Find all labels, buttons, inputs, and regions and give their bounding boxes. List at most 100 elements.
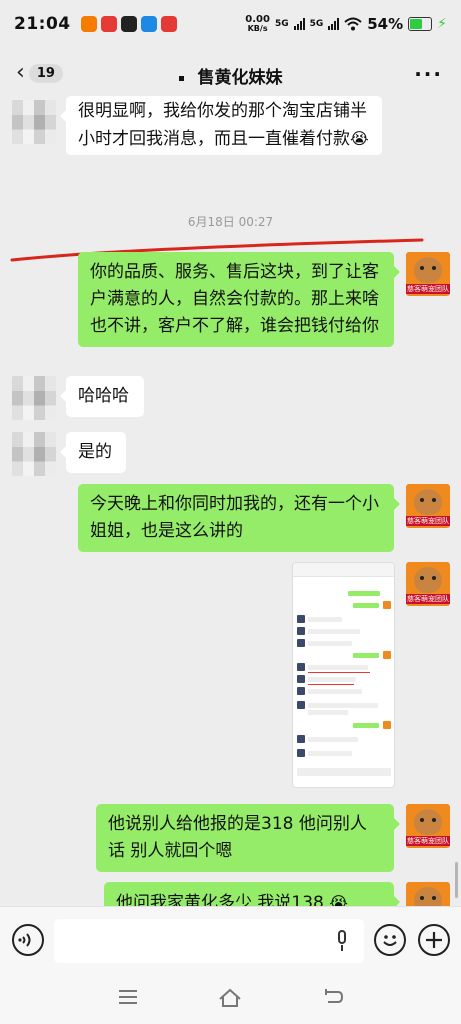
message-bubble-incoming[interactable]: 是的 [60, 432, 126, 473]
recent-apps-button[interactable] [115, 986, 141, 1010]
signal-label: 5G [309, 19, 324, 29]
back-nav-button[interactable] [320, 986, 346, 1010]
screenshot-bubble [308, 617, 342, 622]
home-button[interactable] [217, 986, 243, 1010]
screenshot-avatar [297, 627, 305, 635]
self-avatar[interactable]: 慈客萌宠团队 [406, 804, 450, 848]
self-avatar[interactable]: 慈客萌宠团队 [406, 252, 450, 296]
more-options-button[interactable]: ··· [414, 62, 443, 86]
screenshot-bubble [348, 591, 380, 596]
title-dot-icon [178, 76, 184, 81]
contact-avatar[interactable] [12, 100, 56, 144]
network-speed-value: 0.00 [245, 14, 270, 25]
message-bubble-outgoing[interactable]: 今天晚上和你同时加我的，还有一个小姐姐，也是这么讲的 [78, 484, 400, 552]
avatar-ribbon-label: 慈客萌宠团队 [406, 836, 450, 846]
signal-bars-icon [328, 18, 340, 30]
app-notification-icon [120, 16, 137, 32]
screenshot-avatar [297, 615, 305, 623]
crying-emoji-icon: 😭 [329, 893, 348, 906]
screenshot-input-bar [297, 768, 391, 776]
app-notification-icon [140, 16, 157, 32]
message-bubble-incoming[interactable]: 很明显啊，我给你发的那个淘宝店铺半小时才回我消息，而且一直催着付款😭 [60, 96, 382, 155]
screenshot-bubble [308, 710, 348, 715]
message-input-bar [0, 906, 461, 972]
self-avatar[interactable]: 慈客萌宠团队 [406, 882, 450, 906]
screenshot-bubble [308, 665, 368, 670]
screenshot-bubble [308, 737, 358, 742]
screenshot-avatar [297, 663, 305, 671]
message-timestamp: 6月18日 00:27 [187, 215, 274, 229]
avatar-ribbon-label: 慈客萌宠团队 [406, 516, 450, 526]
app-notification-icon [160, 16, 177, 32]
screenshot-red-mark [308, 672, 370, 673]
message-bubble-incoming[interactable]: 哈哈哈 [60, 376, 144, 417]
wifi-icon [344, 17, 362, 31]
message-text: 今天晚上和你同时加我的，还有一个小姐姐，也是这么讲的 [90, 494, 379, 541]
screenshot-avatar [297, 687, 305, 695]
screenshot-avatar [383, 651, 391, 659]
screenshot-bubble [308, 751, 352, 756]
message-text: 他问我家黄化多少 我说138 [116, 893, 324, 906]
back-arrow-icon [325, 989, 344, 1003]
message-bubble-outgoing[interactable]: 你的品质、服务、售后这块，到了让客户满意的人，自然会付款的。那上来啥也不讲，客户… [78, 252, 400, 347]
charging-icon: ⚡ [437, 16, 447, 32]
screenshot-bubble [353, 653, 379, 658]
network-speed: 0.00 KB/s [245, 14, 270, 34]
status-bar: 21:04 0.00 KB/s 5G 5G 54% ⚡ [0, 0, 461, 48]
self-avatar[interactable]: 慈客萌宠团队 [406, 562, 450, 606]
message-bubble-outgoing[interactable]: 他说别人给他报的是318 他问别人话 别人就回个嗯 [96, 804, 400, 872]
message-text: 你的品质、服务、售后这块，到了让客户满意的人，自然会付款的。那上来啥也不讲，客户… [90, 262, 379, 336]
battery-icon [408, 17, 433, 31]
message-text: 他说别人给他报的是318 他问别人话 别人就回个嗯 [108, 814, 367, 861]
app-notification-icon [100, 16, 117, 32]
crying-emoji-icon: 😭 [350, 129, 369, 148]
add-attachment-button[interactable] [418, 924, 450, 956]
screenshot-bubble [353, 723, 379, 728]
screenshot-bubble [308, 641, 352, 646]
screenshot-header [293, 563, 394, 577]
screenshot-avatar [297, 735, 305, 743]
screenshot-avatar [297, 639, 305, 647]
message-bubble-outgoing[interactable]: 他问我家黄化多少 我说138 😭 [104, 882, 400, 906]
message-text: 哈哈哈 [78, 386, 129, 406]
scroll-indicator[interactable] [455, 862, 458, 898]
voice-icon [18, 933, 31, 947]
screenshot-bubble [308, 677, 356, 682]
message-text: 很明显啊，我给你发的那个淘宝店铺半小时才回我消息，而且一直催着付款 [78, 101, 367, 149]
screenshot-red-mark [308, 684, 354, 685]
screenshot-bubble [308, 629, 360, 634]
message-input[interactable] [54, 919, 364, 963]
image-message-screenshot[interactable] [292, 562, 395, 788]
screenshot-bubble [353, 603, 379, 608]
screenshot-avatar [383, 721, 391, 729]
chat-title: 售黄化妹妹 [197, 68, 283, 88]
screenshot-bubble [308, 703, 378, 708]
voice-mode-button[interactable] [12, 924, 44, 956]
avatar-ribbon-label: 慈客萌宠团队 [406, 284, 450, 294]
screenshot-avatar [383, 601, 391, 609]
screenshot-avatar [297, 701, 305, 709]
home-icon [219, 988, 241, 1007]
chat-title-container: 售黄化妹妹 [0, 63, 461, 88]
self-avatar[interactable]: 慈客萌宠团队 [406, 484, 450, 528]
screenshot-avatar [297, 749, 305, 757]
clock: 21:04 [14, 14, 71, 34]
signal-label: 5G [274, 19, 289, 29]
notification-icons [80, 16, 177, 32]
network-speed-unit: KB/s [247, 24, 268, 33]
contact-avatar[interactable] [12, 432, 56, 476]
avatar-ribbon-label: 慈客萌宠团队 [406, 594, 450, 604]
contact-avatar[interactable] [12, 376, 56, 420]
microphone-icon[interactable] [336, 930, 348, 952]
message-list[interactable]: 很明显啊，我给你发的那个淘宝店铺半小时才回我消息，而且一直催着付款😭 6月18日… [0, 96, 461, 906]
signal-bars-icon [293, 18, 305, 30]
emoji-button[interactable] [374, 924, 406, 956]
chat-header: ‹ 19 售黄化妹妹 ··· [0, 52, 461, 96]
app-notification-icon [80, 16, 97, 32]
battery-percent: 54% [367, 15, 404, 33]
message-text: 是的 [78, 442, 112, 462]
system-navigation-bar [0, 972, 461, 1024]
plus-icon [426, 932, 442, 948]
screenshot-bubble [308, 689, 362, 694]
screenshot-avatar [297, 675, 305, 683]
